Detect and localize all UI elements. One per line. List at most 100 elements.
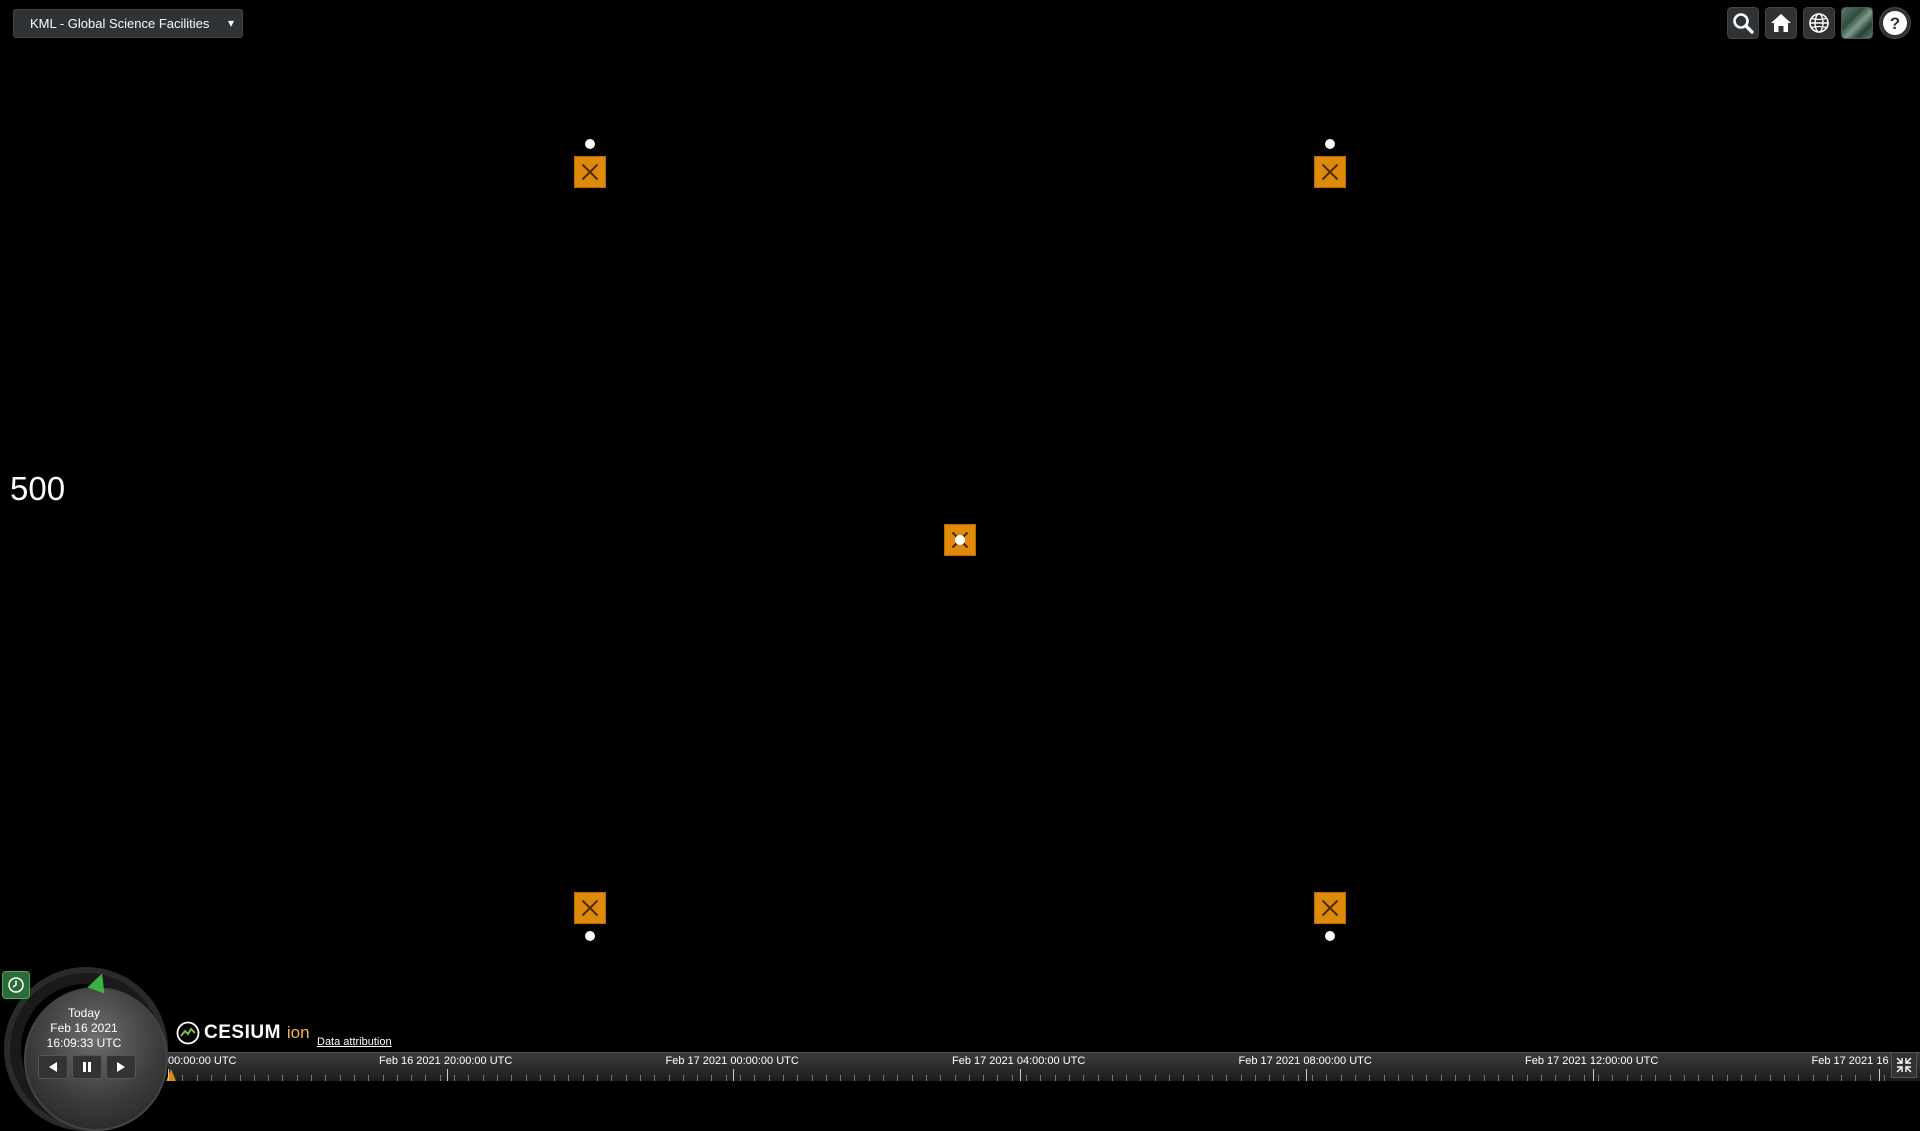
timeline-minor-tick <box>1698 1075 1700 1081</box>
timeline-minor-tick <box>825 1075 827 1081</box>
timeline-minor-tick <box>925 1075 927 1081</box>
timeline-minor-tick <box>539 1075 541 1081</box>
timeline-major-tick <box>446 1069 448 1081</box>
timeline-minor-tick <box>1755 1075 1757 1081</box>
facility-marker-icon <box>1321 163 1339 181</box>
timeline-label: Feb 17 2021 04:00:00 UTC <box>952 1055 1086 1067</box>
timeline-minor-tick <box>1340 1075 1342 1081</box>
play-reverse-button[interactable] <box>38 1055 68 1079</box>
timeline-minor-tick <box>411 1075 413 1081</box>
facility-marker[interactable] <box>1314 156 1346 188</box>
timeline-minor-tick <box>1083 1075 1085 1081</box>
point-dot[interactable] <box>585 139 595 149</box>
timeline-minor-tick <box>983 1075 985 1081</box>
timeline-major-tick <box>1019 1069 1021 1081</box>
imagery-thumbnail-icon <box>1842 8 1872 38</box>
timeline-label: 00:00:00 UTC <box>168 1055 237 1067</box>
timeline-minor-tick <box>1512 1075 1514 1081</box>
pause-icon <box>83 1062 91 1072</box>
fullscreen-button[interactable] <box>1891 1052 1917 1078</box>
timeline[interactable]: 00:00:00 UTC Feb 16 2021 20:00:00 UTC Feb … <box>166 1052 1920 1081</box>
pause-button[interactable] <box>72 1055 102 1079</box>
timeline-minor-tick <box>325 1075 327 1081</box>
clock-icon <box>8 977 24 993</box>
timeline-minor-tick <box>954 1075 956 1081</box>
timeline-minor-tick <box>1626 1075 1628 1081</box>
timeline-minor-tick <box>482 1075 484 1081</box>
timeline-minor-tick <box>196 1075 198 1081</box>
timeline-minor-tick <box>1640 1075 1642 1081</box>
point-dot[interactable] <box>955 535 965 545</box>
timeline-minor-tick <box>1040 1075 1042 1081</box>
timeline-minor-tick <box>511 1075 513 1081</box>
timeline-minor-tick <box>840 1075 842 1081</box>
timeline-minor-tick <box>1240 1075 1242 1081</box>
timeline-minor-tick <box>1483 1075 1485 1081</box>
cesium-logo[interactable]: CESIUM ion <box>176 1021 310 1045</box>
timeline-minor-tick <box>1540 1075 1542 1081</box>
timeline-minor-tick <box>1211 1075 1213 1081</box>
animation-widget: Today Feb 16 2021 16:09:33 UTC <box>0 967 170 1131</box>
timeline-minor-tick <box>597 1075 598 1081</box>
play-forward-button[interactable] <box>106 1055 136 1079</box>
chevron-down-icon: ▾ <box>227 16 234 30</box>
help-button[interactable]: ? <box>1879 7 1911 39</box>
timeline-minor-tick <box>253 1075 255 1081</box>
timeline-minor-tick <box>1412 1075 1414 1081</box>
timeline-minor-tick <box>1497 1075 1499 1081</box>
timeline-minor-tick <box>1598 1075 1599 1081</box>
timeline-minor-tick <box>1469 1075 1471 1081</box>
timeline-minor-tick <box>1011 1075 1013 1081</box>
home-button[interactable] <box>1765 7 1797 39</box>
timeline-minor-tick <box>1068 1075 1070 1081</box>
timeline-minor-tick <box>968 1075 970 1081</box>
point-dot[interactable] <box>1325 931 1335 941</box>
timeline-minor-tick <box>1583 1075 1585 1081</box>
timeline-minor-tick <box>1669 1075 1671 1081</box>
timeline-minor-tick <box>1326 1075 1328 1081</box>
timeline-minor-tick <box>210 1075 212 1081</box>
point-dot[interactable] <box>1325 139 1335 149</box>
realtime-button[interactable] <box>2 971 30 999</box>
dataset-select-value: KML - Global Science Facilities <box>30 16 210 31</box>
timeline-major-tick <box>168 1069 169 1081</box>
facility-marker-icon <box>1321 899 1339 917</box>
timeline-minor-tick <box>1397 1075 1399 1081</box>
timeline-minor-tick <box>1841 1075 1843 1081</box>
timeline-minor-tick <box>740 1075 741 1081</box>
point-dot[interactable] <box>585 931 595 941</box>
data-attribution-link[interactable]: Data attribution <box>317 1036 392 1048</box>
facility-marker-icon <box>581 163 599 181</box>
timeline-minor-tick <box>1612 1075 1614 1081</box>
timeline-minor-tick <box>554 1075 556 1081</box>
timeline-minor-tick <box>1226 1075 1228 1081</box>
timeline-minor-tick <box>1283 1075 1285 1081</box>
facility-marker[interactable] <box>1314 892 1346 924</box>
timeline-minor-tick <box>1097 1075 1099 1081</box>
timeline-minor-tick <box>1526 1075 1528 1081</box>
scene-mode-button[interactable] <box>1803 7 1835 39</box>
timeline-minor-tick <box>1726 1075 1728 1081</box>
timeline-label: Feb 17 2021 00:00:00 UTC <box>665 1055 799 1067</box>
timeline-minor-tick <box>1140 1075 1142 1081</box>
timeline-minor-tick <box>225 1075 227 1081</box>
timeline-minor-tick <box>396 1075 398 1081</box>
timeline-minor-tick <box>368 1075 370 1081</box>
timeline-minor-tick <box>268 1075 270 1081</box>
timeline-minor-tick <box>897 1075 899 1081</box>
dataset-select[interactable]: KML - Global Science Facilities ▾ <box>13 9 243 38</box>
timeline-minor-tick <box>654 1075 656 1081</box>
timeline-minor-tick <box>682 1075 684 1081</box>
timeline-label: Feb 16 2021 20:00:00 UTC <box>379 1055 513 1067</box>
facility-marker[interactable] <box>574 892 606 924</box>
timeline-minor-tick <box>711 1075 713 1081</box>
timeline-minor-tick <box>1440 1075 1442 1081</box>
timeline-minor-tick <box>1111 1075 1113 1081</box>
timeline-minor-tick <box>768 1075 770 1081</box>
svg-text:?: ? <box>1890 14 1900 33</box>
timeline-label: Feb 17 2021 12:00:00 UTC <box>1525 1055 1659 1067</box>
facility-marker[interactable] <box>574 156 606 188</box>
search-button[interactable] <box>1727 7 1759 39</box>
timeline-minor-tick <box>1254 1075 1256 1081</box>
base-layer-picker-button[interactable] <box>1841 7 1873 39</box>
